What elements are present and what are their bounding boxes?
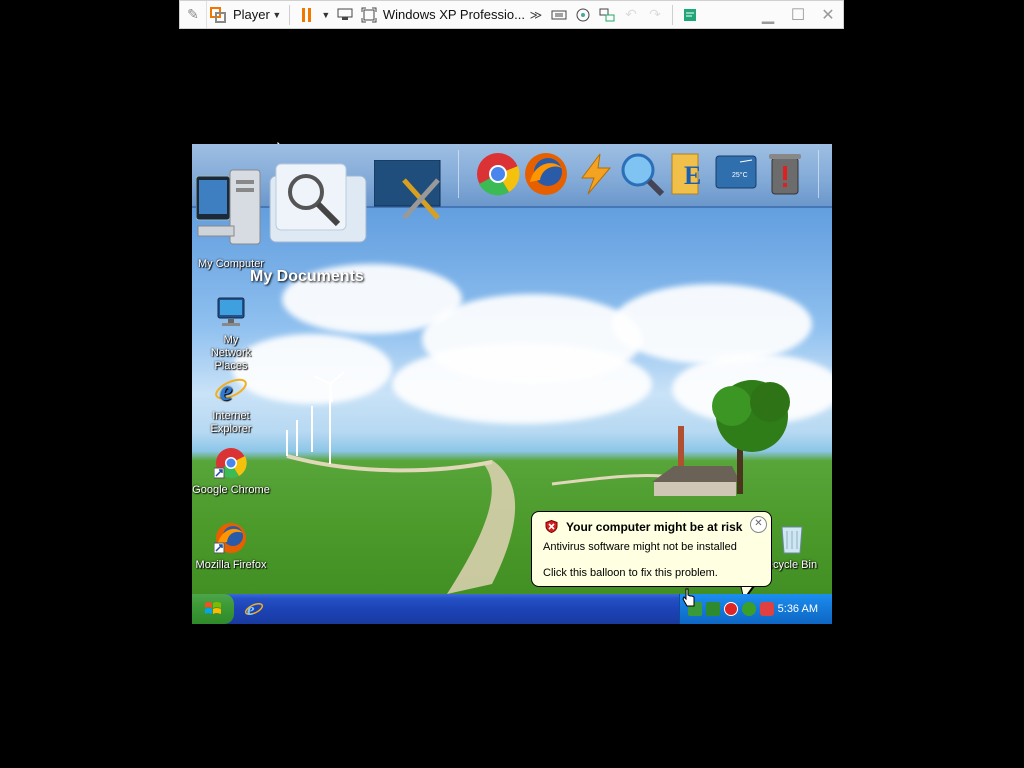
start-button[interactable] [192,594,234,624]
toolbar-separator [671,4,673,25]
toolbar-separator [288,4,290,25]
usb-icon[interactable]: ↶ [619,1,643,28]
mozilla-firefox-icon [213,521,248,555]
pause-menu-caret-icon[interactable]: ▼ [319,1,333,28]
balloon-message-line2: Click this balloon to fix this problem. [543,567,718,579]
desktop-icon-my-computer[interactable]: My Computer [192,168,273,270]
dock-flash-icon[interactable] [576,152,616,196]
desktop-icon-mozilla-firefox[interactable]: Mozilla Firefox [192,521,273,572]
desktop-icon-my-network-places[interactable]: My Network Places [192,296,273,373]
network-adapter-icon[interactable] [595,1,619,28]
balloon-close-button[interactable]: ✕ [750,516,767,533]
my-network-places-icon [214,296,248,330]
desktop-icon-label: Internet Explorer [210,410,252,435]
pause-button[interactable] [295,1,319,28]
desktop-icon-label: Google Chrome [192,484,270,496]
dock-display-readout: 25°C [732,172,748,179]
quick-launch-internet-explorer-icon[interactable]: e [244,599,264,619]
dock-google-chrome-icon[interactable] [476,152,520,196]
security-center-shield-icon[interactable] [760,602,774,616]
close-button[interactable]: ✕ [813,1,843,28]
dock-mozilla-firefox-icon[interactable] [524,152,568,196]
security-alert-balloon[interactable]: Your computer might be at risk ✕ Antivir… [531,511,772,587]
cd-drive-icon[interactable] [571,1,595,28]
more-options-button[interactable]: ≫ [525,1,547,28]
windows-logo-icon [205,602,221,614]
player-menu-button[interactable]: Player [229,1,270,28]
svg-text:e: e [247,600,255,619]
desktop-icon-label: ecycle Bin [766,559,818,571]
balloon-title: Your computer might be at risk [566,520,743,534]
dock-display-icon[interactable]: 25°C [714,152,758,196]
recycle-bin-icon [775,521,809,555]
security-alert-tray-icon[interactable] [724,602,738,616]
desktop-icon-label: Mozilla Firefox [195,559,267,571]
maximize-button[interactable]: ☐ [783,1,813,28]
dock-control-panel-icon[interactable] [374,160,442,220]
system-tray: 5:36 AM [679,594,832,624]
bug-tray-icon[interactable] [742,602,756,616]
volume-tray-icon[interactable] [706,602,720,616]
sound-icon[interactable]: ↷ [643,1,667,28]
my-computer-icon [195,168,266,254]
taskbar-clock[interactable]: 5:36 AM [778,603,818,615]
svg-text:e: e [220,376,232,406]
vm-name-label: Windows XP Professio... [382,7,525,22]
unity-icon[interactable] [678,1,702,28]
minimize-button[interactable]: ▁ [753,1,783,28]
dock-windows-explorer-icon[interactable]: E [670,150,708,198]
google-chrome-icon [213,446,248,480]
windows-xp-desktop[interactable]: E 25°C My Documents My Computer My Netwo… [192,144,832,624]
dock-separator [458,150,459,198]
more-options-label: ≫ [529,7,543,22]
keyboard-icon[interactable] [547,1,571,28]
desktop-icon-label: My Computer [197,258,265,270]
pin-icon[interactable]: ✎ [180,1,207,28]
vmware-player-logo-icon [207,1,229,28]
desktop-icon-internet-explorer[interactable]: e Internet Explorer [192,372,273,436]
desktop-icon-label: My Network Places [210,334,252,372]
internet-explorer-icon: e [214,372,248,407]
dock-search-icon[interactable] [620,152,664,196]
send-ctrl-alt-del-icon[interactable] [333,1,357,28]
player-menu-caret-icon[interactable]: ▼ [270,1,284,28]
svg-text:E: E [684,161,701,190]
desktop-icon-google-chrome[interactable]: Google Chrome [192,446,273,497]
dock-separator [818,150,819,198]
player-menu-label: Player [233,7,270,22]
vmware-toolbar: ✎ Player ▼ ▼ Windows XP Professio... ≫ ↶… [179,0,844,29]
shield-warning-icon [545,519,558,534]
dock-recycle-bin-icon[interactable] [766,150,804,198]
taskbar: e 5:36 AM [192,594,832,624]
dock-my-documents-icon[interactable] [268,154,368,244]
hand-pointer-icon [682,588,695,607]
balloon-message-line1: Antivirus software might not be installe… [543,541,737,553]
fit-guest-icon[interactable] [357,1,381,28]
